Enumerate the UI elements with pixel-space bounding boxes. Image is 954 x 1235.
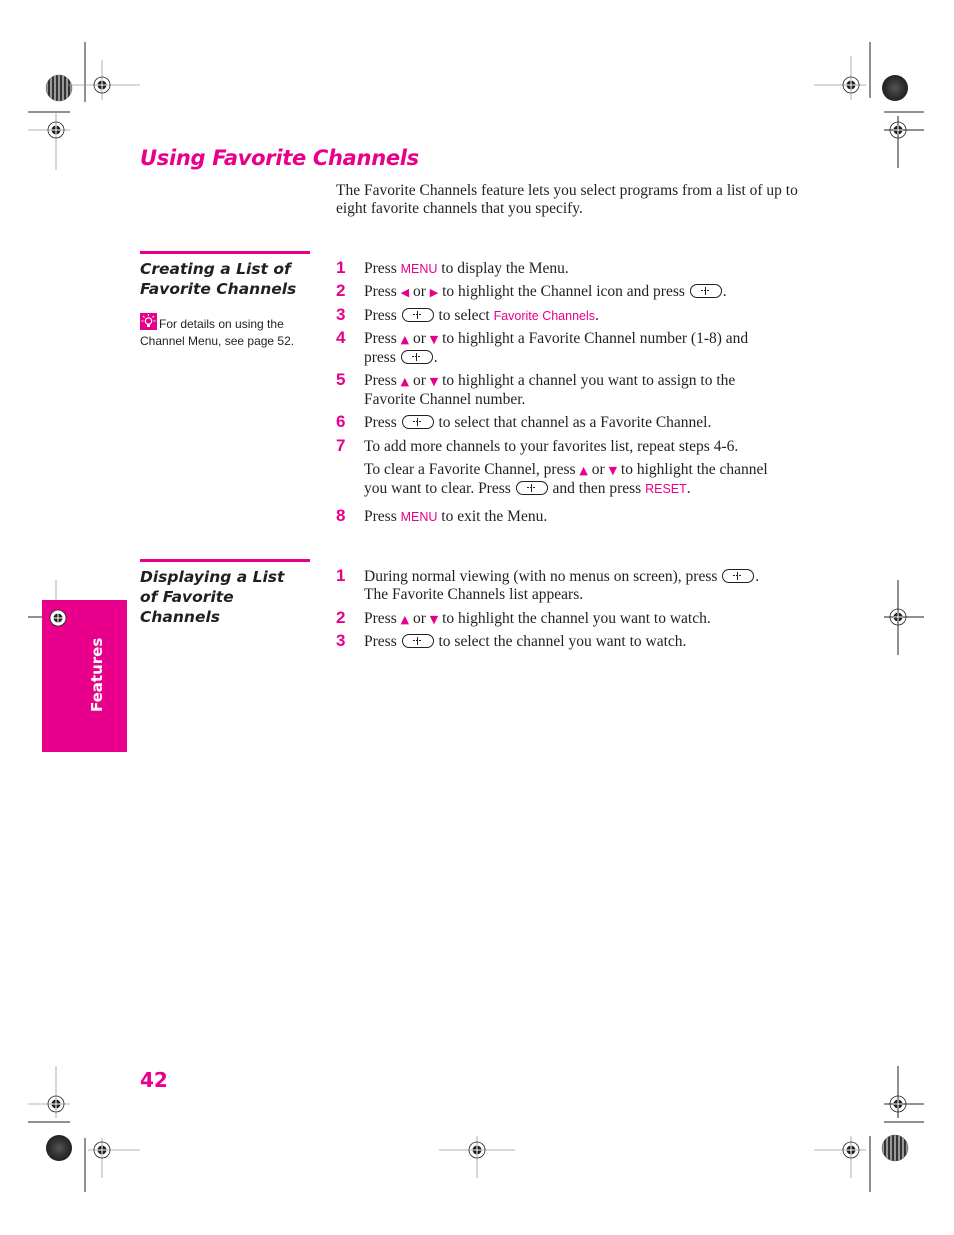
step-number: 5: [336, 370, 346, 389]
step-item: 3 Press to select the channel you want t…: [336, 631, 687, 651]
step-number: 4: [336, 328, 346, 347]
arrow-down-icon: ▼: [429, 375, 439, 388]
step-number: 3: [336, 305, 346, 324]
heading-line: Displaying a List: [140, 568, 285, 586]
step-number: 2: [336, 281, 346, 300]
step-item: 1 During normal viewing (with no menus o…: [336, 566, 760, 604]
enter-button-icon: [401, 308, 434, 322]
intro-paragraph: The Favorite Channels feature lets you s…: [336, 182, 798, 217]
page-number: 42: [140, 1068, 168, 1092]
step-item: 1 Press MENU to display the Menu.: [336, 258, 569, 278]
step-number: 8: [336, 506, 346, 525]
step-item: 6 Press to select that channel as a Favo…: [336, 412, 712, 432]
arrow-down-icon: ▼: [429, 333, 439, 346]
step-number: 6: [336, 412, 346, 431]
tip-note: For details on using the Channel Menu, s…: [140, 313, 310, 350]
side-tab-label: Features: [88, 637, 106, 712]
starburst-mark-icon: [45, 74, 73, 102]
arrow-up-icon: ▲: [400, 375, 410, 388]
step-number: 2: [336, 608, 346, 627]
arrow-up-icon: ▲: [400, 333, 410, 346]
enter-button-icon: [515, 481, 548, 495]
step-note: To clear a Favorite Channel, press ▲ or …: [364, 461, 768, 497]
arrow-left-icon: ◀: [400, 286, 410, 299]
heading-line: Creating a List of: [140, 260, 291, 278]
step-number: 1: [336, 258, 346, 277]
arrow-up-icon: ▲: [400, 613, 410, 626]
step-item: 4 Press ▲ or ▼ to highlight a Favorite C…: [336, 328, 749, 367]
step-item: 2 Press ▲ or ▼ to highlight the channel …: [336, 608, 711, 628]
step-number: 3: [336, 631, 346, 650]
heading-line: Favorite Channels: [140, 280, 297, 298]
page-title: Using Favorite Channels: [140, 146, 419, 170]
heading-line: Channels: [140, 608, 220, 626]
dial-mark-icon: [882, 75, 908, 101]
step-item: 5 Press ▲ or ▼ to highlight a channel yo…: [336, 370, 736, 409]
section-rule: [140, 251, 310, 254]
section-rule: [140, 559, 310, 562]
arrow-up-icon: ▲: [579, 464, 588, 477]
lightbulb-tip-icon: [140, 313, 157, 330]
step-number: 7: [336, 436, 346, 455]
step-number: 1: [336, 566, 346, 585]
registration-mark-icon: [49, 609, 67, 627]
menu-button-label: MENU: [400, 510, 438, 524]
menu-button-label: MENU: [400, 262, 438, 276]
heading-line: of Favorite: [140, 588, 234, 606]
enter-button-icon: [401, 415, 434, 429]
enter-button-icon: [401, 634, 434, 648]
menu-item-label: Favorite Channels: [493, 309, 596, 323]
step-item: 3 Press to select Favorite Channels.: [336, 305, 599, 325]
enter-button-icon: [722, 569, 755, 583]
step-item: 7 To add more channels to your favorites…: [336, 436, 739, 456]
arrow-down-icon: ▼: [608, 464, 618, 477]
section-heading-creating: Creating a List of Favorite Channels: [140, 259, 315, 299]
step-item: 2 Press ◀ or ▶ to highlight the Channel …: [336, 281, 727, 301]
side-tab-features: Features: [42, 600, 127, 752]
enter-button-icon: [400, 350, 433, 364]
tip-text: Channel Menu, see page 52.: [140, 334, 295, 348]
arrow-down-icon: ▼: [429, 613, 439, 626]
step-item: 8 Press MENU to exit the Menu.: [336, 506, 548, 526]
section-heading-displaying: Displaying a List of Favorite Channels: [140, 567, 315, 627]
enter-button-icon: [689, 284, 722, 298]
reset-button-label: RESET: [645, 482, 687, 496]
tip-text: For details on using the: [159, 317, 284, 331]
arrow-right-icon: ▶: [429, 286, 439, 299]
